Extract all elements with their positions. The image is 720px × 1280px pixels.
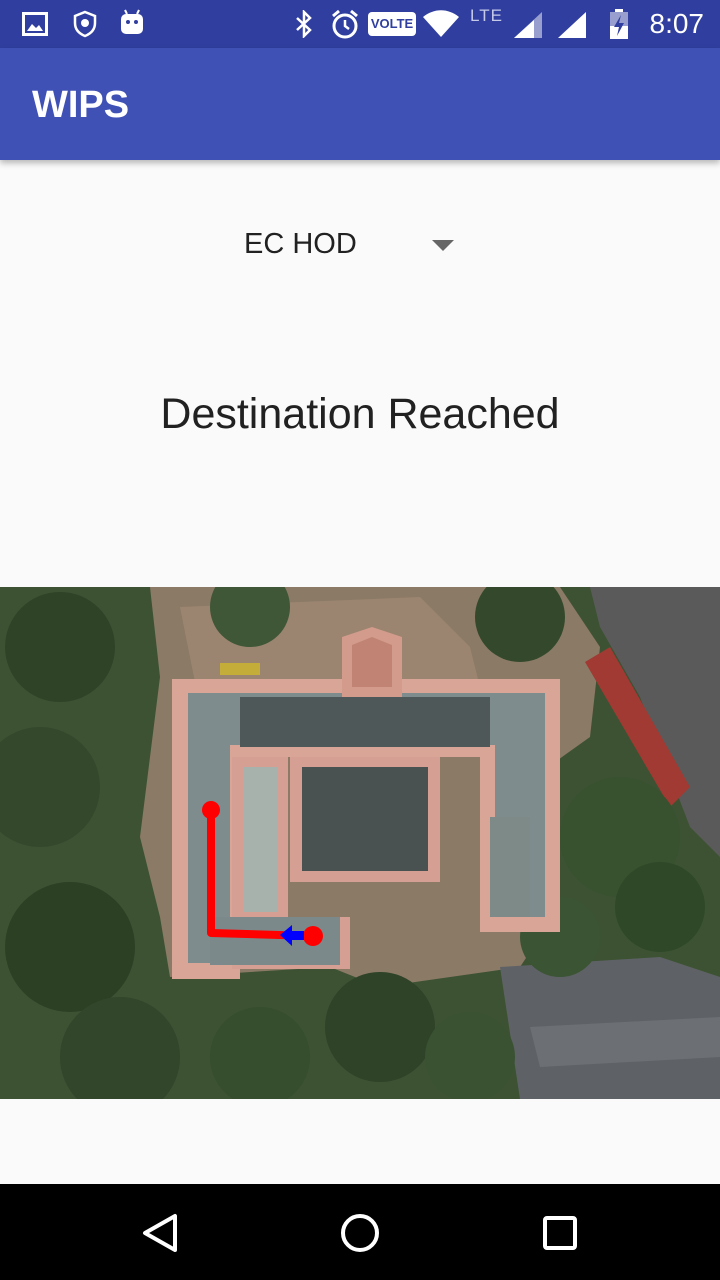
android-icon <box>121 9 143 34</box>
alarm-icon <box>332 9 358 39</box>
app-bar: WIPS <box>0 48 720 160</box>
network-type-label: LTE <box>470 6 503 25</box>
map-canvas <box>0 587 720 1099</box>
image-icon <box>22 12 48 36</box>
satellite-map[interactable] <box>0 587 720 1099</box>
navigation-status-message: Destination Reached <box>160 390 560 438</box>
path-end-marker <box>303 926 323 946</box>
dropdown-arrow-icon <box>432 240 454 251</box>
bluetooth-icon <box>296 10 312 38</box>
status-bar: VOLTE LTE 8:07 <box>0 0 720 48</box>
path-start-marker <box>202 801 220 819</box>
signal-icon <box>514 12 542 38</box>
back-icon[interactable] <box>133 1206 187 1260</box>
app-title: WIPS <box>32 84 130 126</box>
recents-icon[interactable] <box>533 1206 587 1260</box>
shield-icon <box>73 10 97 38</box>
home-icon[interactable] <box>333 1206 387 1260</box>
signal-icon-2 <box>558 12 586 38</box>
volte-badge: VOLTE <box>368 12 416 36</box>
wifi-icon <box>423 10 459 37</box>
clock: 8:07 <box>649 8 705 39</box>
navigation-bar <box>0 1184 720 1280</box>
spinner-selected-value: EC HOD <box>244 228 357 260</box>
battery-charging-icon <box>610 9 628 39</box>
destination-spinner[interactable]: EC HOD <box>200 208 480 284</box>
